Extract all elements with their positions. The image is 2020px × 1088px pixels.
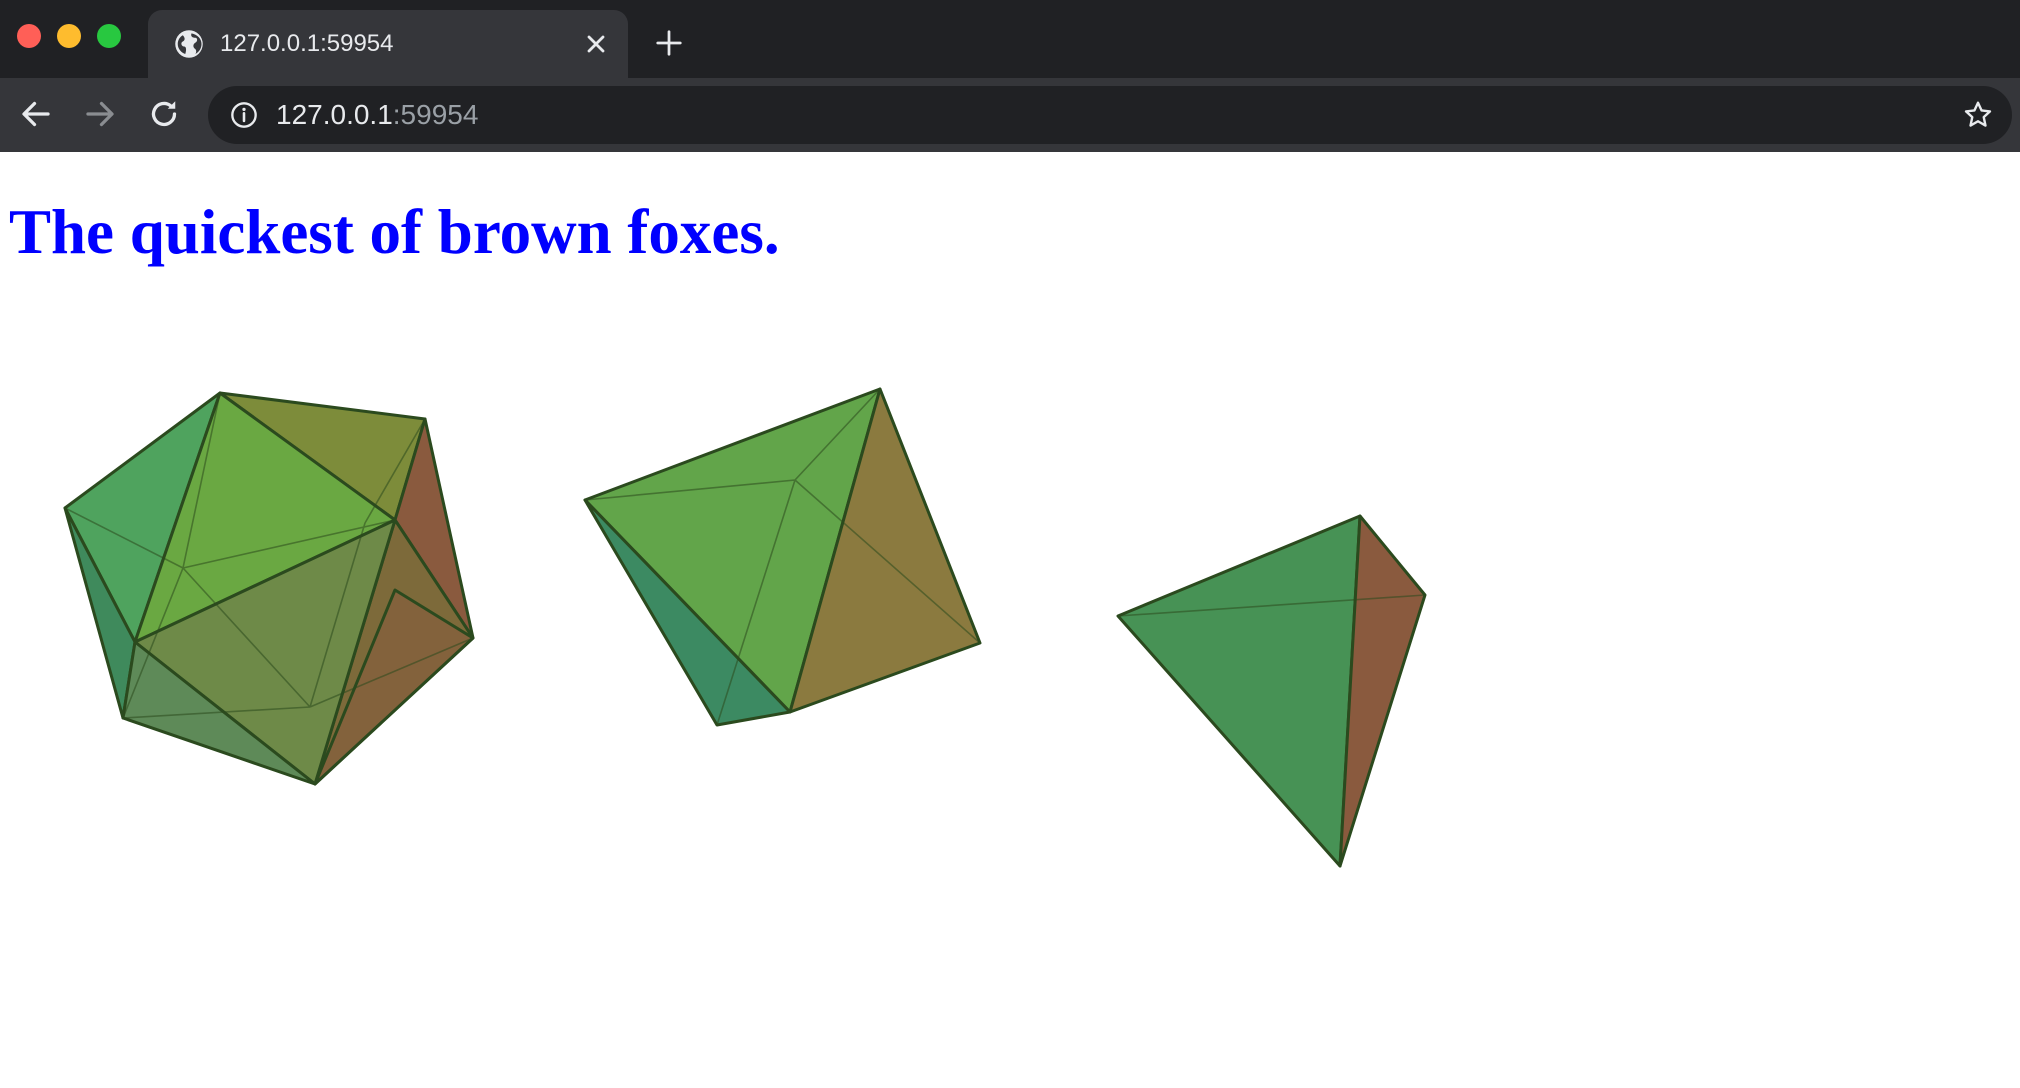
info-icon[interactable] bbox=[230, 101, 258, 129]
browser-tab[interactable]: 127.0.0.1:59954 bbox=[148, 10, 628, 78]
tetrahedron-image bbox=[1116, 514, 1427, 868]
url-host: 127.0.0.1 bbox=[276, 99, 393, 130]
back-arrow-icon[interactable] bbox=[18, 96, 54, 132]
close-icon[interactable] bbox=[582, 30, 610, 58]
tab-title: 127.0.0.1:59954 bbox=[220, 30, 394, 57]
url-text[interactable]: 127.0.0.1:59954 bbox=[276, 86, 478, 144]
reload-icon[interactable] bbox=[146, 96, 182, 132]
maximize-window-button[interactable] bbox=[97, 24, 121, 48]
close-window-button[interactable] bbox=[17, 24, 41, 48]
minimize-window-button[interactable] bbox=[57, 24, 81, 48]
page-heading: The quickest of brown foxes. bbox=[9, 197, 780, 267]
browser-toolbar: 127.0.0.1:59954 bbox=[0, 78, 2020, 152]
tab-strip: 127.0.0.1:59954 bbox=[0, 0, 2020, 78]
globe-icon bbox=[175, 30, 203, 58]
url-port: :59954 bbox=[392, 99, 479, 130]
octahedron-image bbox=[583, 387, 982, 727]
star-icon[interactable] bbox=[1962, 99, 1994, 131]
icosahedron-image bbox=[63, 391, 475, 786]
address-bar[interactable]: 127.0.0.1:59954 bbox=[208, 86, 2012, 144]
new-tab-icon[interactable] bbox=[654, 28, 684, 58]
forward-arrow-icon[interactable] bbox=[82, 96, 118, 132]
page-content: The quickest of brown foxes. bbox=[0, 152, 2020, 1088]
browser-chrome: 127.0.0.1:59954 127.0.0.1:59954 bbox=[0, 0, 2020, 152]
